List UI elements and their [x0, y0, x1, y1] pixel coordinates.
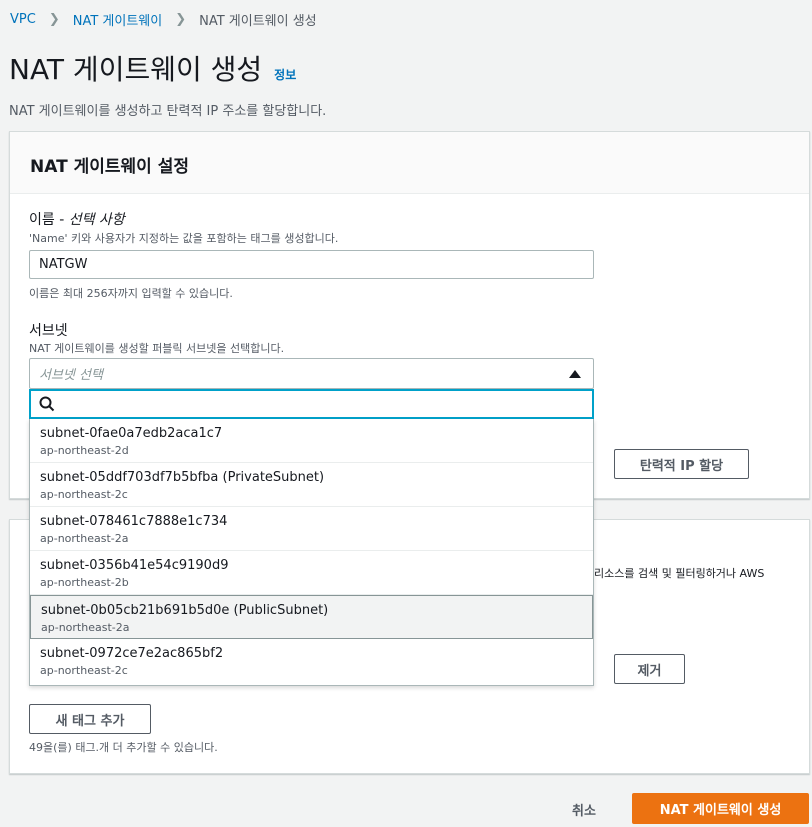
- subnet-option-id: subnet-078461c7888e1c734: [40, 514, 228, 529]
- chevron-right-icon: ❯: [175, 12, 187, 27]
- breadcrumb-current: NAT 게이트웨이 생성: [199, 14, 317, 29]
- cancel-button[interactable]: 취소: [572, 800, 596, 819]
- subnet-option-id: subnet-0fae0a7edb2aca1c7: [40, 426, 223, 441]
- allocate-eip-button[interactable]: 탄력적 IP 할당: [614, 449, 749, 479]
- subnet-option[interactable]: subnet-0356b41e54c9190d9 ap-northeast-2b: [30, 551, 593, 595]
- subnet-option-id: subnet-0356b41e54c9190d9: [40, 558, 229, 573]
- page-title-row: NAT 게이트웨이 생성 정보: [9, 48, 296, 88]
- page-title: NAT 게이트웨이 생성: [9, 53, 263, 86]
- subnet-option-az: ap-northeast-2c: [40, 664, 128, 677]
- tags-description: 리소스를 검색 및 필터링하거나 AWS: [594, 567, 765, 580]
- subnet-option[interactable]: subnet-05ddf703df7b5bfba (PrivateSubnet)…: [30, 463, 593, 507]
- search-icon: [39, 396, 55, 412]
- chevron-right-icon: ❯: [48, 12, 60, 27]
- subnet-select-placeholder: 서브넷 선택: [39, 368, 103, 383]
- optional-label: 선택 사항: [68, 212, 125, 228]
- breadcrumb: VPC ❯ NAT 게이트웨이 ❯ NAT 게이트웨이 생성: [10, 10, 317, 29]
- name-hint: 'Name' 키와 사용자가 지정하는 값을 포함하는 태그를 생성합니다.: [29, 232, 339, 245]
- subnet-option-az: ap-northeast-2a: [41, 621, 130, 634]
- subnet-option-id: subnet-0b05cb21b691b5d0e (PublicSubnet): [41, 603, 329, 618]
- name-label: 이름 - 선택 사항: [29, 209, 125, 229]
- subnet-option-id: subnet-05ddf703df7b5bfba (PrivateSubnet): [40, 470, 325, 485]
- subnet-option-highlighted[interactable]: subnet-0b05cb21b691b5d0e (PublicSubnet) …: [30, 595, 593, 639]
- subnet-option-az: ap-northeast-2a: [40, 532, 129, 545]
- name-input-value: NATGW: [39, 257, 88, 272]
- subnet-option-az: ap-northeast-2d: [40, 444, 129, 457]
- subnet-option-id: subnet-0972ce7e2ac865bf2: [40, 646, 224, 661]
- info-link[interactable]: 정보: [274, 66, 296, 83]
- caret-up-icon: [569, 369, 581, 378]
- subnet-option[interactable]: subnet-0972ce7e2ac865bf2 ap-northeast-2c: [30, 639, 593, 683]
- subnet-option[interactable]: subnet-0fae0a7edb2aca1c7 ap-northeast-2d: [30, 419, 593, 463]
- remove-tag-button[interactable]: 제거: [614, 654, 685, 684]
- subnet-options-list: subnet-0fae0a7edb2aca1c7 ap-northeast-2d…: [29, 419, 594, 686]
- name-limit-hint: 이름은 최대 256자까지 입력할 수 있습니다.: [29, 287, 233, 300]
- breadcrumb-vpc-link[interactable]: VPC: [10, 12, 36, 27]
- subnet-label: 서브넷: [29, 323, 68, 339]
- create-nat-gateway-button[interactable]: NAT 게이트웨이 생성: [632, 793, 809, 824]
- subnet-select[interactable]: 서브넷 선택: [29, 358, 594, 389]
- panel-header: NAT 게이트웨이 설정: [10, 132, 809, 194]
- name-label-text: 이름 -: [29, 212, 69, 228]
- subnet-option[interactable]: subnet-078461c7888e1c734 ap-northeast-2a: [30, 507, 593, 551]
- subnet-search-input[interactable]: [29, 389, 594, 419]
- name-input[interactable]: NATGW: [29, 250, 594, 279]
- subnet-option-az: ap-northeast-2b: [40, 576, 129, 589]
- page-description: NAT 게이트웨이를 생성하고 탄력적 IP 주소를 할당합니다.: [9, 104, 327, 119]
- add-tag-button[interactable]: 새 태그 추가: [29, 704, 151, 734]
- subnet-hint: NAT 게이트웨이를 생성할 퍼블릭 서브넷을 선택합니다.: [29, 342, 285, 355]
- subnet-option-az: ap-northeast-2c: [40, 488, 128, 501]
- breadcrumb-nat-gateway-link[interactable]: NAT 게이트웨이: [73, 10, 162, 29]
- tags-remaining-hint: 49을(를) 태그.개 더 추가할 수 있습니다.: [29, 741, 218, 754]
